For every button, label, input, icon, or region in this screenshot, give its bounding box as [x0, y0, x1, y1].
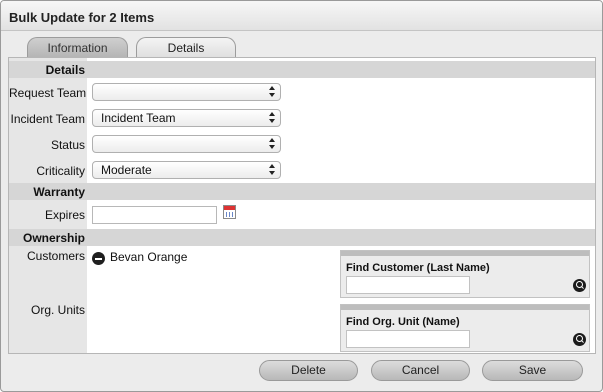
- section-details-label: Details: [45, 63, 85, 77]
- find-org-unit-panel: Find Org. Unit (Name): [340, 304, 590, 352]
- find-customer-title: Find Customer (Last Name): [346, 262, 490, 274]
- criticality-select[interactable]: Moderate: [92, 161, 281, 179]
- dialog-title: Bulk Update for 2 Items: [9, 10, 155, 25]
- up-down-arrows-icon: [269, 112, 276, 124]
- section-warranty-label: Warranty: [33, 185, 85, 199]
- details-panel: Details Request Team Incident Team Incid…: [8, 57, 596, 354]
- section-ownership: Ownership: [9, 229, 595, 246]
- criticality-value: Moderate: [101, 163, 152, 177]
- up-down-arrows-icon: [269, 138, 276, 150]
- expires-label: Expires: [44, 208, 85, 222]
- delete-button[interactable]: Delete: [259, 360, 358, 381]
- customer-item: Bevan Orange: [110, 250, 188, 264]
- section-ownership-label: Ownership: [22, 231, 85, 245]
- remove-customer-icon[interactable]: [92, 252, 105, 265]
- find-org-unit-title: Find Org. Unit (Name): [346, 316, 460, 328]
- customers-label: Customers: [26, 249, 85, 263]
- request-team-select[interactable]: [92, 83, 281, 101]
- status-select[interactable]: [92, 135, 281, 153]
- find-customer-panel: Find Customer (Last Name): [340, 250, 590, 298]
- status-label: Status: [50, 138, 85, 152]
- tab-details[interactable]: Details: [136, 37, 236, 58]
- incident-team-value: Incident Team: [101, 111, 176, 125]
- up-down-arrows-icon: [269, 164, 276, 176]
- search-icon[interactable]: [573, 333, 586, 346]
- section-details: Details: [9, 61, 595, 78]
- bulk-update-dialog: Bulk Update for 2 Items Information Deta…: [0, 0, 603, 392]
- expires-date-input[interactable]: [92, 206, 217, 224]
- calendar-icon[interactable]: [223, 205, 236, 219]
- request-team-label: Request Team: [9, 86, 87, 100]
- search-icon[interactable]: [573, 279, 586, 292]
- incident-team-label: Incident Team: [10, 112, 86, 126]
- section-warranty: Warranty: [9, 183, 595, 200]
- org-units-label: Org. Units: [30, 303, 85, 317]
- dialog-header: Bulk Update for 2 Items: [1, 1, 602, 31]
- save-button[interactable]: Save: [482, 360, 583, 381]
- criticality-label: Criticality: [36, 164, 85, 178]
- tab-information[interactable]: Information: [27, 37, 128, 58]
- cancel-button[interactable]: Cancel: [371, 360, 470, 381]
- find-customer-input[interactable]: [346, 276, 470, 294]
- up-down-arrows-icon: [269, 86, 276, 98]
- find-org-unit-input[interactable]: [346, 330, 470, 348]
- incident-team-select[interactable]: Incident Team: [92, 109, 281, 127]
